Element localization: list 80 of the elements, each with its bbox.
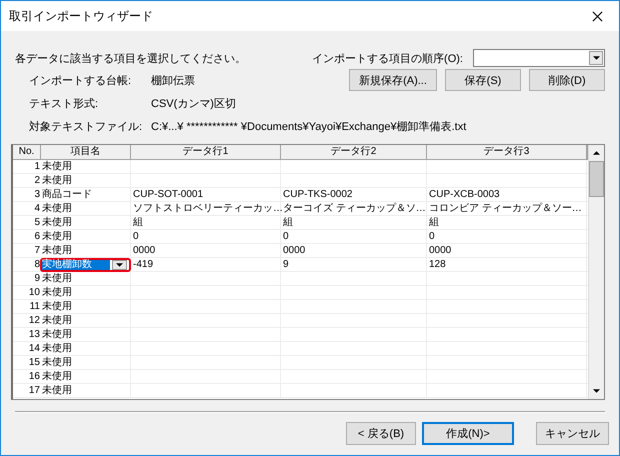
row-number: 6 [33,230,41,243]
table-cell: -419 [131,258,281,271]
item-cell[interactable]: 未使用 [41,370,131,383]
item-cell[interactable]: 未使用 [41,244,131,257]
scroll-up-icon[interactable] [593,151,600,155]
table-cell: ソフトストロベリーティーカッ… [131,202,281,215]
wizard-button[interactable]: 作成(N)> [422,422,514,445]
scroll-down-icon[interactable] [593,389,600,393]
row-number: 10 [28,286,41,299]
close-icon [592,10,602,22]
item-cell[interactable]: 未使用 [41,300,131,313]
item-cell[interactable]: 未使用 [41,328,131,341]
table-cell: 0000 [427,244,587,257]
wizard-button[interactable]: キャンセル [536,422,609,445]
item-cell[interactable]: 未使用 [41,342,131,355]
instruction-text: 各データに該当する項目を選択してください。 [15,52,246,66]
row-number: 4 [33,202,41,215]
column-header[interactable]: データ行1 [131,145,281,159]
table-cell: 0 [131,230,281,243]
order-button[interactable]: 保存(S) [445,69,521,91]
row-number: 17 [28,384,41,397]
row-number: 1 [33,160,41,173]
row-number: 14 [28,342,41,355]
table-cell: 組 [131,216,281,229]
row-number: 16 [28,370,41,383]
table-cell: 組 [281,216,427,229]
table-cell: CUP-SOT-0001 [131,188,281,201]
row-number: 9 [33,272,41,285]
window-title: 取引インポートウィザード [9,8,153,24]
item-cell[interactable]: 未使用 [41,230,131,243]
table-cell: 組 [427,216,587,229]
info-value: C:¥...¥ ************ ¥Documents¥Yayoi¥Exchange¥棚卸準備表.txt [151,120,466,134]
info-value: CSV(カンマ)区切 [151,97,236,111]
item-cell[interactable]: 未使用 [41,216,131,229]
column-header[interactable]: データ行2 [281,145,427,159]
info-value: 棚卸伝票 [151,74,195,88]
table-cell: ターコイズ ティーカップ＆ソ… [281,202,427,215]
item-cell[interactable]: 未使用 [41,160,131,173]
item-cell[interactable]: 未使用 [41,314,131,327]
table-cell: CUP-XCB-0003 [427,188,587,201]
column-header[interactable]: 項目名 [41,145,131,159]
item-cell[interactable]: 未使用 [41,272,131,285]
table-cell: CUP-TKS-0002 [281,188,427,201]
info-label: インポートする台帳: [29,74,132,88]
row-number: 5 [33,216,41,229]
item-dropdown[interactable]: 実地棚卸数 [40,258,131,272]
row-number: 15 [28,356,41,369]
scrollbar[interactable] [588,145,604,399]
item-cell[interactable]: 商品コード [41,188,131,201]
table-cell: コロンビア ティーカップ＆ソー… [427,202,587,215]
wizard-button[interactable]: < 戻る(B) [346,422,416,445]
caret-icon [116,263,123,267]
order-button[interactable]: 新規保存(A)... [349,69,437,91]
row-number: 8 [33,258,41,271]
item-cell[interactable]: 未使用 [41,174,131,187]
column-header[interactable]: データ行3 [427,145,587,159]
row-number: 7 [33,244,41,257]
item-cell[interactable]: 未使用 [41,286,131,299]
row-number: 2 [33,174,41,187]
item-cell[interactable]: 未使用 [41,384,131,397]
table-cell: 9 [281,258,427,271]
order-label: インポートする項目の順序(O): [312,52,463,66]
row-number: 13 [28,328,41,341]
row-number: 12 [28,314,41,327]
info-label: テキスト形式: [29,97,100,111]
table-cell: 0000 [281,244,427,257]
caret-icon [592,56,600,60]
order-dropdown[interactable] [473,49,605,67]
row-number: 11 [28,300,41,313]
info-label: 対象テキストファイル: [29,120,144,134]
table-cell: 0000 [131,244,281,257]
column-header[interactable]: No. [13,145,41,159]
row-number: 3 [33,188,41,201]
order-button[interactable]: 削除(D) [529,69,605,91]
table-cell: 128 [427,258,587,271]
table-cell: 0 [427,230,587,243]
item-cell[interactable]: 未使用 [41,202,131,215]
table-cell: 0 [281,230,427,243]
item-cell[interactable]: 未使用 [41,356,131,369]
scroll-thumb[interactable] [589,161,604,197]
